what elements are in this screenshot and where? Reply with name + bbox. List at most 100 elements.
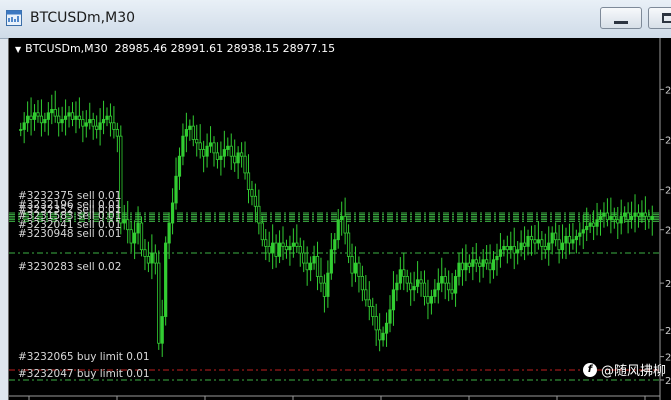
candle-body [181, 135, 185, 157]
candle-body [640, 212, 644, 217]
price-axis-tick-label: 2 [665, 279, 671, 290]
candle-body [260, 222, 264, 241]
candle-body [253, 195, 258, 207]
order-label: #3230948 sell 0.01 [18, 228, 121, 240]
candle-body [98, 122, 102, 130]
candle-body [426, 296, 430, 304]
candle-body [498, 249, 503, 257]
candle-body [84, 122, 88, 127]
candle-body [81, 119, 85, 127]
candle-body [302, 252, 306, 264]
candle-body [136, 222, 140, 234]
window-titlebar[interactable]: BTCUSDm,M30 [0, 0, 671, 39]
candle-body [246, 172, 251, 190]
candle-body [581, 229, 585, 234]
order-label: #3232065 buy limit 0.01 [18, 351, 150, 363]
candle-body [77, 115, 82, 120]
candle-body [105, 115, 109, 120]
candle-body [447, 282, 451, 291]
candle-body [291, 242, 295, 247]
candle-body [229, 145, 233, 157]
candle-body [53, 109, 57, 117]
maximize-button[interactable] [648, 7, 671, 29]
candle-body [101, 119, 106, 124]
candle-body [443, 276, 447, 284]
candle-body [612, 215, 616, 221]
candle-body [108, 115, 113, 124]
candle-body [464, 262, 468, 271]
candle-body [467, 262, 471, 267]
candle-body [70, 112, 75, 120]
candle-body [395, 282, 399, 291]
candle-body [184, 129, 188, 137]
candle-body [478, 262, 482, 267]
candle-body [188, 125, 192, 130]
candle-body [319, 276, 323, 284]
candle-body [574, 235, 578, 241]
candle-body [398, 269, 402, 284]
candle-body [512, 245, 516, 254]
candle-body [522, 242, 527, 247]
candle-body [626, 212, 630, 221]
candle-body [50, 109, 54, 114]
candle-body [367, 299, 371, 307]
order-label: #3232047 buy limit 0.01 [18, 368, 150, 380]
candle-body [391, 289, 396, 311]
candle-body [271, 242, 275, 254]
candle-body [564, 235, 568, 244]
candle-body [505, 245, 509, 251]
candle-body [422, 282, 427, 297]
candle-body [619, 215, 623, 224]
candle-body [167, 222, 171, 244]
candle-body [343, 215, 347, 234]
candle-body [485, 259, 489, 264]
candle-body [471, 259, 475, 267]
minimize-button[interactable] [600, 7, 642, 29]
candle-body [419, 279, 423, 284]
chart-canvas[interactable]: ▼ BTCUSDm,M30 28985.46 28991.61 28938.15 … [8, 38, 671, 400]
candle-body [267, 245, 271, 254]
mt-chart-window-icon [6, 10, 22, 26]
candle-body [146, 255, 151, 264]
candle-body [453, 276, 458, 294]
candle-body [305, 262, 309, 271]
candle-body [236, 152, 240, 164]
candle-body [378, 329, 382, 341]
candle-body [488, 262, 492, 271]
candle-body [122, 219, 126, 224]
candle-body [450, 289, 454, 294]
candle-body [643, 212, 647, 217]
candle-body [509, 245, 513, 251]
candle-body [374, 316, 378, 331]
candle-body [353, 262, 358, 274]
candle-body [295, 242, 299, 247]
candle-body [595, 219, 599, 227]
candle-body [32, 112, 37, 120]
candle-body [329, 249, 333, 274]
candle-body [222, 149, 226, 157]
candle-body [95, 125, 99, 130]
price-chart[interactable]: 22222222#3232375 sell 0.01#3232196 sell … [9, 38, 671, 400]
candle-body [312, 255, 316, 264]
candle-body [457, 262, 461, 277]
candle-body [433, 289, 437, 297]
candle-body [533, 239, 537, 244]
candle-body [39, 115, 44, 124]
candle-body [495, 255, 499, 261]
candle-body [350, 255, 354, 274]
candle-body [636, 212, 641, 217]
candle-body [177, 155, 182, 177]
candle-body [360, 276, 364, 291]
candle-body [578, 232, 582, 237]
candle-body [191, 125, 195, 140]
candle-body [519, 242, 523, 251]
candle-body [29, 115, 33, 120]
candle-body [277, 242, 282, 257]
candle-body [153, 252, 157, 264]
candle-body [315, 255, 320, 277]
candle-body [605, 212, 610, 221]
candle-body [322, 282, 327, 297]
candle-body [60, 119, 64, 124]
minimize-icon [614, 21, 628, 24]
candle-body [250, 189, 254, 197]
